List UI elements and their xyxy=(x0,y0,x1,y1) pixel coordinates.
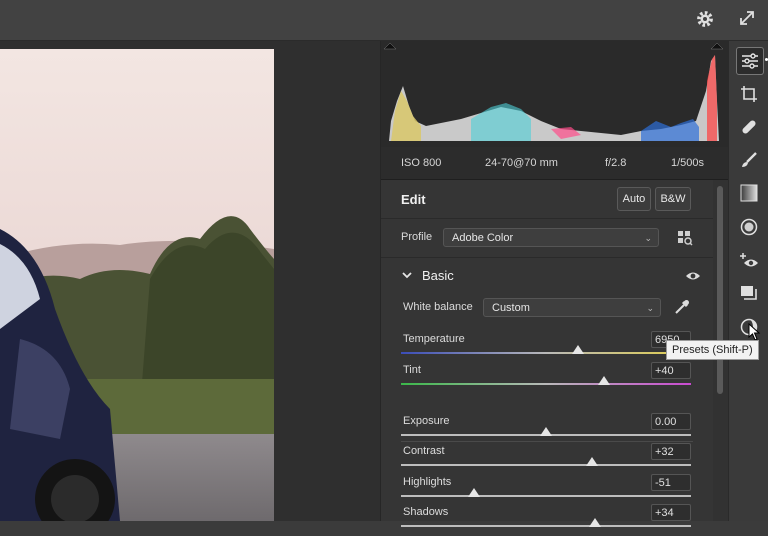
profile-select[interactable]: Adobe Color ⌄ xyxy=(443,228,659,247)
slider-track[interactable] xyxy=(401,352,691,354)
slider-label: Highlights xyxy=(403,476,452,488)
radial-gradient-icon[interactable] xyxy=(736,214,762,240)
slider-value-field[interactable]: +40 xyxy=(651,362,691,379)
shadow-clipping-icon[interactable] xyxy=(383,42,397,50)
slider-label: Shadows xyxy=(403,506,449,518)
white-balance-select[interactable]: Custom ⌄ xyxy=(483,298,661,317)
slider-row-tint: Tint +40 xyxy=(381,362,713,394)
chevron-down-icon[interactable] xyxy=(401,268,413,282)
photo-preview[interactable] xyxy=(0,49,274,521)
top-toolbar xyxy=(0,0,768,41)
mouse-cursor-icon xyxy=(748,322,762,341)
slider-value-field[interactable]: +34 xyxy=(651,504,691,521)
aperture-value: f/2.8 xyxy=(605,157,627,169)
visibility-eye-icon[interactable] xyxy=(685,269,701,281)
slider-thumb[interactable] xyxy=(586,457,599,466)
slider-row-shadows: Shadows +34 xyxy=(381,504,713,536)
expand-icon[interactable] xyxy=(736,9,758,31)
histogram xyxy=(381,41,729,147)
divider xyxy=(401,441,693,442)
basic-title: Basic xyxy=(422,268,454,283)
slider-row-highlights: Highlights -51 xyxy=(381,474,713,506)
scrollbar-thumb[interactable] xyxy=(717,186,723,394)
slider-track[interactable] xyxy=(401,464,691,466)
slider-row-temperature: Temperature6950 xyxy=(381,331,713,363)
slider-label: Tint xyxy=(403,364,421,376)
slider-label: Contrast xyxy=(403,445,445,457)
slider-thumb[interactable] xyxy=(540,427,552,436)
chevron-down-icon: ⌄ xyxy=(646,303,654,313)
slider-track[interactable] xyxy=(401,525,691,527)
profile-browser-icon[interactable] xyxy=(677,230,693,246)
slider-thumb[interactable] xyxy=(571,345,584,354)
basic-section: Basic White balance Custom ⌄ Temperature… xyxy=(381,258,713,527)
eyedropper-icon[interactable] xyxy=(673,298,691,316)
slider-track[interactable] xyxy=(401,383,691,385)
chevron-down-icon: ⌄ xyxy=(644,233,652,243)
slider-value-field[interactable]: +32 xyxy=(651,443,691,460)
highlight-clipping-icon[interactable] xyxy=(710,42,724,50)
tool-rail xyxy=(728,41,768,521)
healing-icon[interactable] xyxy=(736,114,762,140)
profile-row: Profile Adobe Color ⌄ xyxy=(381,219,713,258)
brush-icon[interactable] xyxy=(736,147,762,173)
auto-button[interactable]: Auto xyxy=(617,187,651,211)
white-balance-label: White balance xyxy=(403,301,473,313)
linear-gradient-icon[interactable] xyxy=(736,180,762,206)
shutter-value: 1/500s xyxy=(671,157,705,169)
slider-label: Exposure xyxy=(403,415,450,427)
image-canvas[interactable] xyxy=(0,41,380,521)
lens-value: 24-70@70 mm xyxy=(485,157,558,169)
exif-info-bar: ISO 800 24-70@70 mm f/2.8 1/500s xyxy=(381,147,729,180)
presets-tooltip: Presets (Shift-P) xyxy=(666,340,759,360)
iso-value: ISO 800 xyxy=(401,157,442,169)
crop-icon[interactable] xyxy=(736,81,762,107)
snapshots-icon[interactable] xyxy=(736,281,762,307)
edit-title: Edit xyxy=(401,192,426,207)
slider-thumb[interactable] xyxy=(467,488,480,497)
slider-thumb[interactable] xyxy=(589,518,602,527)
edit-header: Edit Auto B&W xyxy=(381,180,713,219)
edit-sliders-icon[interactable] xyxy=(736,47,764,75)
slider-track[interactable] xyxy=(401,495,691,497)
slider-label: Temperature xyxy=(403,333,465,345)
slider-thumb[interactable] xyxy=(598,376,610,385)
white-balance-value: Custom xyxy=(492,302,530,314)
slider-value-field[interactable]: -51 xyxy=(651,474,691,491)
gear-icon[interactable] xyxy=(694,9,716,31)
red-eye-icon[interactable] xyxy=(736,247,762,273)
edit-panel: ISO 800 24-70@70 mm f/2.8 1/500s Edit Au… xyxy=(380,41,729,527)
profile-select-value: Adobe Color xyxy=(452,232,514,244)
profile-label: Profile xyxy=(401,231,433,243)
slider-row-contrast: Contrast +32 xyxy=(381,443,713,475)
slider-value-field[interactable]: 0.00 xyxy=(651,413,691,430)
bw-button[interactable]: B&W xyxy=(655,187,691,211)
